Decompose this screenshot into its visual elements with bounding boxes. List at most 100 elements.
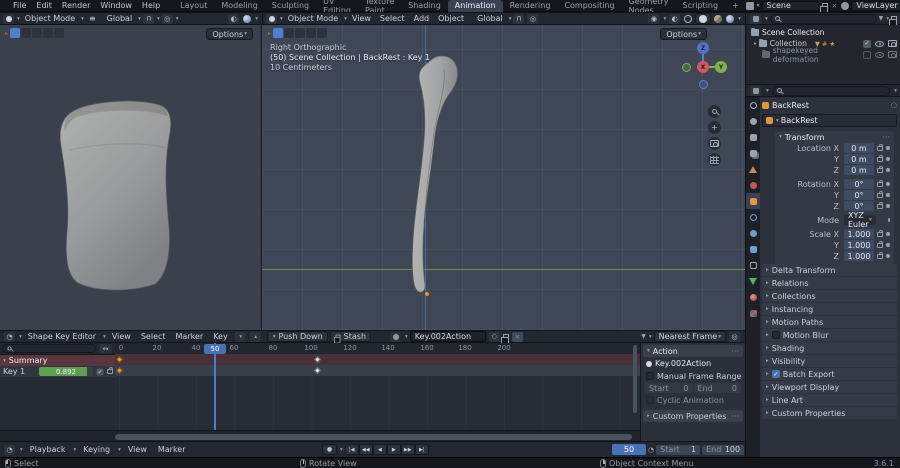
- cyclic-animation-row[interactable]: Cyclic Animation: [643, 394, 743, 406]
- gizmo-z-ball[interactable]: Z: [697, 42, 709, 54]
- shading-rendered-icon[interactable]: [243, 15, 251, 23]
- object-checkbox[interactable]: [863, 51, 871, 59]
- select-mode-lasso[interactable]: [43, 28, 53, 38]
- shading-caret[interactable]: ▾: [255, 16, 258, 22]
- overlays-icon[interactable]: ◐: [228, 14, 239, 24]
- scene-name-field[interactable]: Scene: [762, 1, 820, 11]
- scale-x-field[interactable]: 1.000: [844, 229, 874, 239]
- section-instancing[interactable]: ▸Instancing: [762, 303, 897, 315]
- animate-dot[interactable]: [888, 218, 890, 222]
- action-name-field[interactable]: Key.002Action: [410, 331, 486, 342]
- menu-window[interactable]: Window: [95, 1, 137, 10]
- navigation-gizmo[interactable]: Z Y X: [681, 45, 727, 91]
- mode-selector[interactable]: Object Mode: [21, 14, 79, 23]
- menu-select[interactable]: Select: [376, 14, 409, 23]
- rotation-mode-dropdown[interactable]: XYZ Euler▾: [844, 215, 876, 225]
- pivot-caret[interactable]: ▾: [663, 16, 666, 22]
- outliner-search-input[interactable]: [770, 14, 877, 24]
- section-delta-transform[interactable]: ▸Delta Transform: [762, 264, 897, 276]
- object-id-selector[interactable]: ▾ BackRest: [762, 114, 897, 127]
- tab-object[interactable]: [746, 193, 760, 209]
- lock-icon[interactable]: [877, 193, 883, 198]
- timeline-ruler[interactable]: 0 20 40 60 80 100 120 140 160 180 200: [115, 343, 640, 354]
- tab-world[interactable]: [746, 177, 760, 193]
- invert-filter-icon[interactable]: ↔: [99, 344, 112, 353]
- tab-modifiers[interactable]: [746, 209, 760, 225]
- tab-render[interactable]: [746, 113, 760, 129]
- scale-y-field[interactable]: 1.000: [844, 240, 874, 250]
- new-scene-icon[interactable]: [822, 3, 828, 9]
- section-shading[interactable]: ▸Shading: [762, 342, 897, 354]
- action-icon[interactable]: [390, 332, 401, 342]
- motion-blur-checkbox[interactable]: [772, 331, 780, 339]
- manual-frame-range-checkbox[interactable]: [646, 372, 654, 380]
- animate-dot[interactable]: [886, 157, 890, 161]
- tab-shading[interactable]: Shading: [401, 0, 448, 12]
- start-frame-field[interactable]: Start1: [656, 445, 700, 455]
- editor-type-3dview-icon[interactable]: [3, 14, 14, 24]
- end-frame-field[interactable]: End100: [702, 445, 744, 455]
- panel-menu-icon[interactable]: ···: [731, 412, 739, 421]
- disable-render-camera-icon[interactable]: [888, 51, 897, 58]
- new-collection-icon[interactable]: [891, 16, 897, 22]
- add-workspace-button[interactable]: +: [725, 0, 746, 12]
- menu-edit[interactable]: Edit: [31, 1, 57, 10]
- animate-dot[interactable]: [886, 168, 890, 172]
- tab-view-layer[interactable]: [746, 145, 760, 161]
- select-mode-tweak[interactable]: [10, 28, 20, 38]
- select-mode-box[interactable]: [21, 28, 31, 38]
- menu-object[interactable]: Object: [434, 14, 468, 23]
- move-channel-down-button[interactable]: ▾: [235, 332, 246, 342]
- new-action-icon[interactable]: [503, 334, 509, 340]
- auto-keying-record-button[interactable]: ●: [322, 444, 337, 455]
- tab-texture-paint[interactable]: Texture Paint: [358, 0, 401, 12]
- lock-icon[interactable]: [877, 182, 883, 187]
- hamburger-icon[interactable]: ≡: [85, 14, 100, 23]
- editor-type-caret[interactable]: ▾: [20, 447, 23, 453]
- display-mode-caret[interactable]: ▾: [765, 16, 768, 22]
- gizmo-y-ball[interactable]: Y: [715, 61, 727, 73]
- snap-caret[interactable]: ▾: [157, 16, 160, 22]
- orientation-selector[interactable]: Global: [103, 14, 137, 23]
- section-relations[interactable]: ▸Relations: [762, 277, 897, 289]
- action-id-row[interactable]: Key.002Action: [643, 357, 743, 370]
- select-mode-tweak[interactable]: [273, 28, 283, 38]
- shading-material-icon[interactable]: [714, 15, 722, 23]
- tweak-tool-icon[interactable]: ▸: [268, 30, 271, 37]
- menu-view[interactable]: View: [108, 332, 135, 341]
- rotation-y-field[interactable]: 0°: [844, 190, 874, 200]
- snap-mode-dropdown[interactable]: Nearest Frame▾: [654, 331, 726, 342]
- animate-dot[interactable]: [886, 193, 890, 197]
- orientation-selector[interactable]: Global: [473, 14, 507, 23]
- channel-search-input[interactable]: [2, 344, 96, 353]
- outliner-row-object[interactable]: shapekeyed deformation: [746, 49, 900, 60]
- tab-sculpting[interactable]: Sculpting: [265, 0, 316, 12]
- menu-view[interactable]: View: [124, 445, 151, 454]
- channel-enable-checkbox[interactable]: ✓: [97, 368, 104, 375]
- tab-tool[interactable]: [746, 97, 760, 113]
- keying-set-caret[interactable]: ▾: [340, 447, 343, 453]
- editor-type-caret[interactable]: ▾: [17, 16, 20, 22]
- proportional-edit-icon[interactable]: ◎: [527, 14, 538, 24]
- lock-icon[interactable]: [877, 254, 883, 259]
- manual-frame-range-row[interactable]: Manual Frame Range: [643, 370, 743, 382]
- menu-render[interactable]: Render: [57, 1, 95, 10]
- section-viewport-display[interactable]: ▸Viewport Display: [762, 381, 897, 393]
- menu-help[interactable]: Help: [137, 1, 165, 10]
- snap-magnet-icon[interactable]: ∪: [143, 14, 154, 24]
- collection-checkbox[interactable]: ✓: [863, 40, 871, 48]
- tab-layout[interactable]: Layout: [173, 0, 214, 12]
- next-keyframe-button[interactable]: ▶▶: [401, 444, 415, 455]
- section-custom-properties[interactable]: ▸Custom Properties: [762, 407, 897, 419]
- dopesheet-mode-dropdown[interactable]: Shape Key Editor: [24, 332, 100, 341]
- options-dropdown[interactable]: Options▾: [206, 28, 253, 40]
- play-reverse-button[interactable]: ◀: [373, 444, 387, 455]
- batch-export-checkbox[interactable]: ✓: [772, 370, 780, 378]
- lock-icon[interactable]: [877, 168, 883, 173]
- editor-type-caret[interactable]: ▾: [280, 16, 283, 22]
- gizmo-z-neg-ball[interactable]: [699, 80, 708, 89]
- options-caret[interactable]: ▾: [894, 88, 897, 94]
- hide-viewport-eye-icon[interactable]: [875, 52, 884, 58]
- select-mode-box[interactable]: [284, 28, 294, 38]
- select-mode-lasso[interactable]: [306, 28, 316, 38]
